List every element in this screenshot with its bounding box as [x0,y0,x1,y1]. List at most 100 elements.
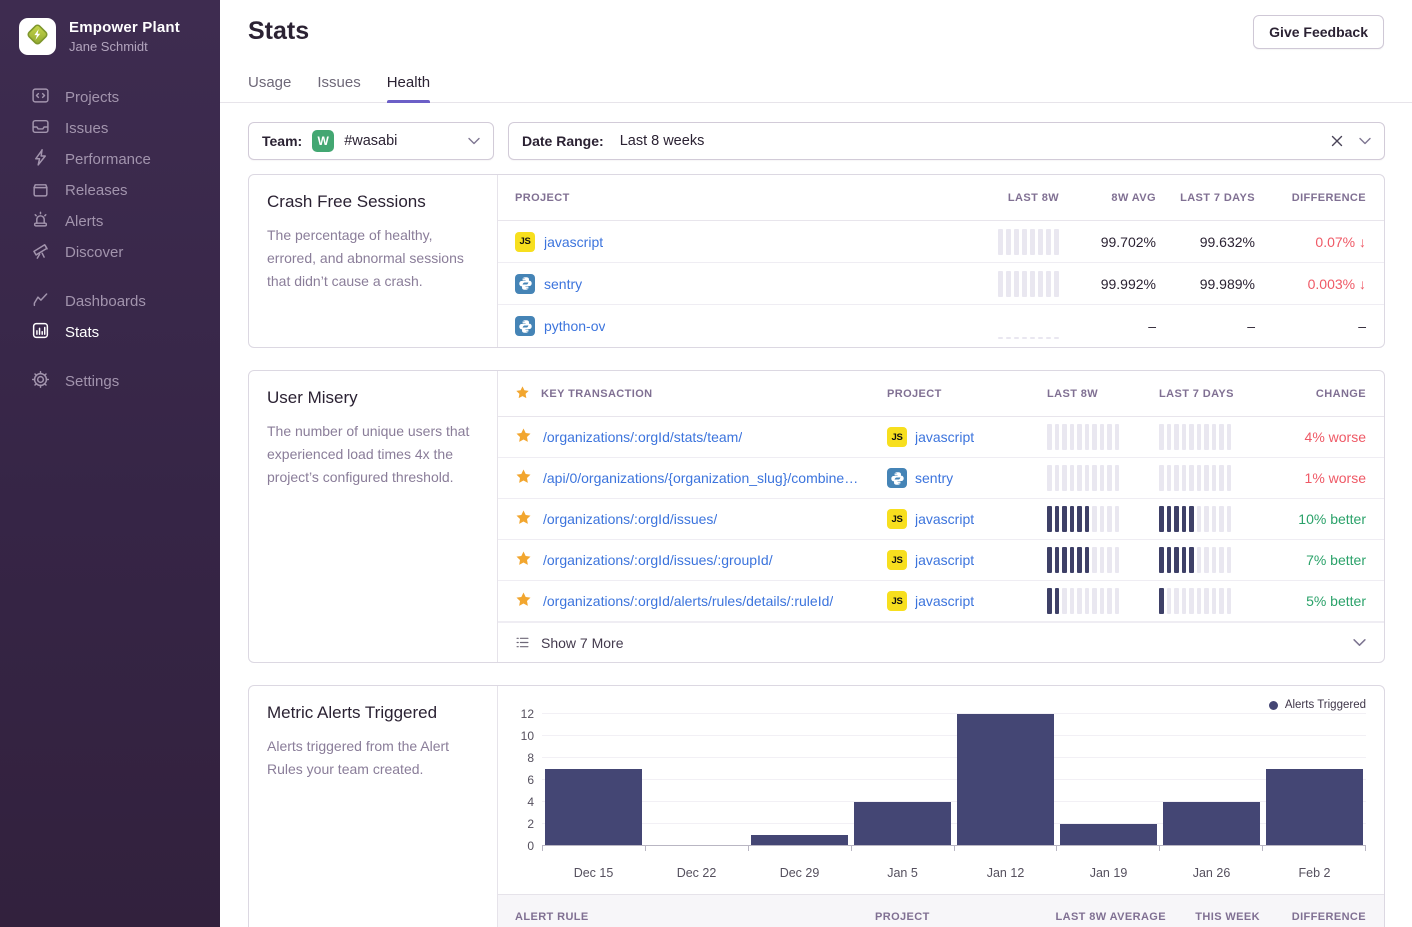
spark-bar [1038,271,1043,297]
chart-bar[interactable] [545,769,643,846]
transaction-link[interactable]: /api/0/organizations/{organization_slug}… [543,470,858,486]
spark-bar [1182,424,1187,450]
chart-bar-slot [748,714,851,846]
col-difference: DIFFERENCE [1255,192,1366,204]
project-link[interactable]: sentry [544,276,582,292]
sidebar-item-dashboards[interactable]: Dashboards [0,286,220,317]
spark-bar [1212,588,1217,614]
chart-bar[interactable] [1266,769,1364,846]
org-switcher[interactable]: Empower Plant Jane Schmidt [0,0,220,55]
sidebar-item-stats[interactable]: Stats [0,317,220,348]
table-row: /api/0/organizations/{organization_slug}… [498,458,1384,499]
spark-bar [1092,547,1097,573]
tab-usage[interactable]: Usage [248,74,291,102]
sidebar-item-performance[interactable]: Performance [0,144,220,175]
team-avatar: W [312,130,334,152]
transaction-link[interactable]: /organizations/:orgId/issues/ [543,511,717,527]
table-row: /organizations/:orgId/stats/team/ JSjava… [498,417,1384,458]
projects-icon [31,86,50,109]
spark-bar [1204,506,1209,532]
col-last-7-days: LAST 7 DAYS [1159,388,1271,400]
spark-bar [1115,465,1120,491]
show-more-row[interactable]: Show 7 More [498,622,1384,662]
sidebar-item-label: Dashboards [65,293,146,310]
star-icon[interactable] [515,591,532,611]
spark-bar [1107,465,1112,491]
tab-health[interactable]: Health [387,74,430,102]
transaction-link[interactable]: /organizations/:orgId/issues/:groupId/ [543,552,773,568]
page-body: Team: W #wasabi Date Range: Last 8 weeks… [220,103,1412,927]
sidebar-item-label: Settings [65,373,119,390]
app: Empower Plant Jane Schmidt Projects Issu… [0,0,1412,927]
chart-bar[interactable] [854,802,952,846]
spark-bar [1085,506,1090,532]
chevron-down-icon[interactable] [1359,137,1371,145]
sidebar-item-alerts[interactable]: Alerts [0,206,220,237]
sidebar-item-settings[interactable]: Settings [0,366,220,397]
project-link[interactable]: javascript [915,593,974,609]
sidebar-item-issues[interactable]: Issues [0,113,220,144]
chart-bar[interactable] [751,835,849,846]
sidebar-item-projects[interactable]: Projects [0,82,220,113]
avg-8w-value: 99.702% [1059,234,1156,250]
spark-bar [998,229,1003,255]
spark-bar [1167,506,1172,532]
javascript-platform-icon: JS [887,591,907,611]
project-link[interactable]: python-ov [544,318,605,334]
chart-bar[interactable] [1060,824,1158,846]
star-icon[interactable] [515,550,532,570]
spark-bar [1100,506,1105,532]
spark-bar [1100,424,1105,450]
star-icon[interactable] [515,468,532,488]
spark-bar [1022,337,1027,339]
date-range-select[interactable]: Date Range: Last 8 weeks [508,122,1385,160]
spark-bar [1077,465,1082,491]
chart-bars [542,714,1366,846]
spark-bar [1077,424,1082,450]
sidebar-item-discover[interactable]: Discover [0,237,220,268]
chevron-down-icon[interactable] [468,137,480,145]
project-link[interactable]: javascript [544,234,603,250]
give-feedback-button[interactable]: Give Feedback [1253,15,1384,49]
avg-8w-value: – [1059,318,1156,334]
project-link[interactable]: javascript [915,511,974,527]
spark-bar [1182,506,1187,532]
tab-issues[interactable]: Issues [317,74,360,102]
close-icon[interactable] [1331,135,1343,147]
star-icon[interactable] [515,509,532,529]
spark-bar [1085,424,1090,450]
chevron-down-icon[interactable] [1353,638,1366,647]
sidebar: Empower Plant Jane Schmidt Projects Issu… [0,0,220,927]
sparkline [1047,547,1119,573]
spark-bar [1055,424,1060,450]
spark-bar [1062,588,1067,614]
project-link[interactable]: sentry [915,470,953,486]
axis-tick [749,846,852,851]
transaction-link[interactable]: /organizations/:orgId/stats/team/ [543,429,742,445]
panel-desc-text: The percentage of healthy, errored, and … [267,224,479,293]
y-tick-label: 2 [527,817,534,831]
sparkline [1047,424,1119,450]
spark-bar [1107,588,1112,614]
spark-bar [1055,588,1060,614]
sidebar-item-releases[interactable]: Releases [0,175,220,206]
project-link[interactable]: javascript [915,552,974,568]
col-this-week: THIS WEEK [1166,911,1260,923]
table-row: /organizations/:orgId/issues/ JSjavascri… [498,499,1384,540]
spark-bar [1100,588,1105,614]
chart-bar[interactable] [957,714,1055,846]
spark-bar [1107,506,1112,532]
spark-bar [1030,271,1035,297]
chart-bar[interactable] [1163,802,1261,846]
spark-bar [1174,506,1179,532]
project-link[interactable]: javascript [915,429,974,445]
spark-bar [1115,424,1120,450]
metric-alerts-panel: Metric Alerts Triggered Alerts triggered… [248,685,1385,927]
transaction-link[interactable]: /organizations/:orgId/alerts/rules/detai… [543,593,833,609]
team-select[interactable]: Team: W #wasabi [248,122,494,160]
spark-bar [1219,465,1224,491]
axis-tick [1057,846,1160,851]
col-project: PROJECT [875,911,1045,923]
star-icon[interactable] [515,427,532,447]
spark-bar [1046,229,1051,255]
